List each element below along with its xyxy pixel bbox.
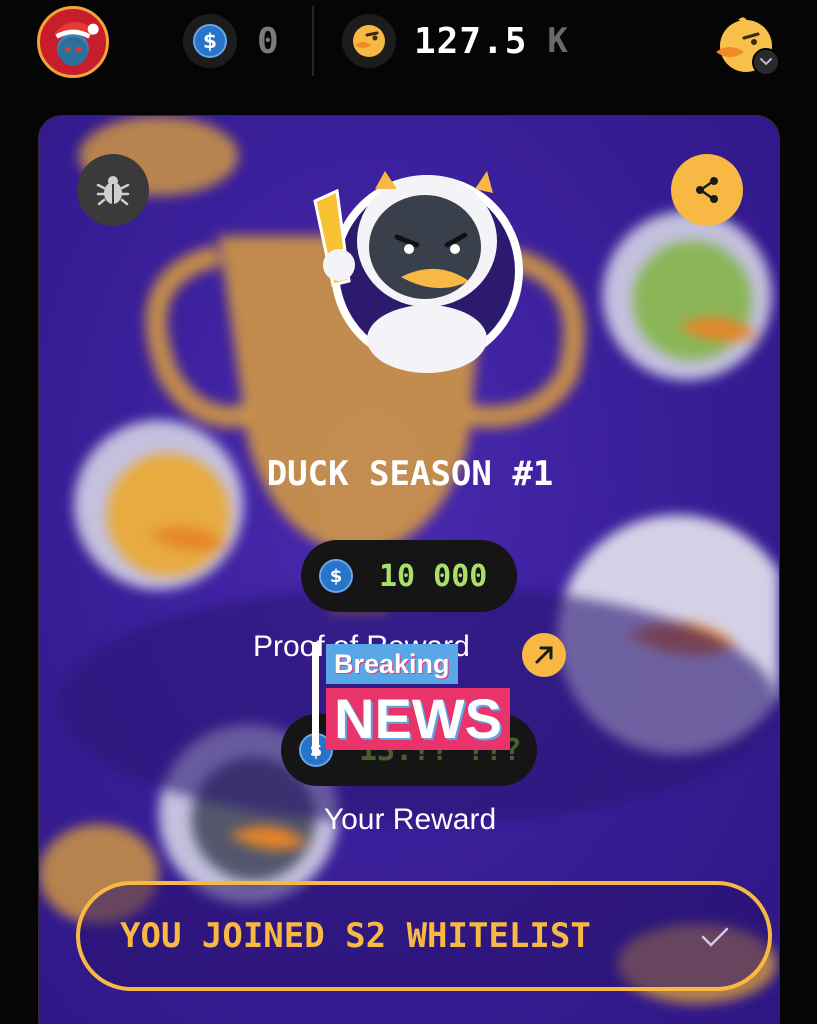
whitelist-status-button[interactable]: YOU JOINED S2 WHITELIST <box>76 881 772 991</box>
usdc-coin-icon: $ <box>319 559 353 593</box>
usdc-balance[interactable]: $ 0 <box>183 14 280 68</box>
whitelist-status-label: YOU JOINED S2 WHITELIST <box>120 916 591 956</box>
usdc-coin-icon: $ <box>193 24 227 58</box>
top-bar: $ 0 127.5 K <box>0 0 817 96</box>
breaking-label: Breaking <box>326 644 458 684</box>
prize-pool-value: 10 000 <box>379 558 488 594</box>
news-label: NEWS <box>326 688 510 750</box>
duck-balance-value: 127.5 <box>414 20 528 62</box>
prize-pool-pill: $ 10 000 <box>301 540 517 612</box>
check-icon <box>701 927 729 947</box>
bug-icon <box>96 176 130 206</box>
user-avatar[interactable] <box>37 6 109 78</box>
news-sticker-bar <box>312 642 319 754</box>
account-dropdown-button[interactable] <box>752 48 780 76</box>
usdc-balance-value: 0 <box>257 20 280 62</box>
duck-coin-icon <box>353 25 385 57</box>
avatar-icon <box>54 21 99 66</box>
share-icon <box>696 177 718 203</box>
share-button[interactable] <box>671 154 743 226</box>
chevron-down-icon <box>760 58 772 66</box>
bug-report-button[interactable] <box>77 154 149 226</box>
divider <box>312 6 314 76</box>
duck-balance[interactable]: 127.5 K <box>342 14 568 68</box>
season-card: DUCK SEASON #1 $ 10 000 Proof of Reward … <box>38 115 780 1024</box>
breaking-news-sticker: Breaking NEWS <box>312 642 534 754</box>
season-title: DUCK SEASON #1 <box>266 454 554 494</box>
duck-balance-unit: K <box>547 21 568 61</box>
your-reward-label: Your Reward <box>323 803 497 836</box>
season-mascot-image <box>313 171 523 373</box>
arrow-up-right-icon <box>535 646 553 664</box>
